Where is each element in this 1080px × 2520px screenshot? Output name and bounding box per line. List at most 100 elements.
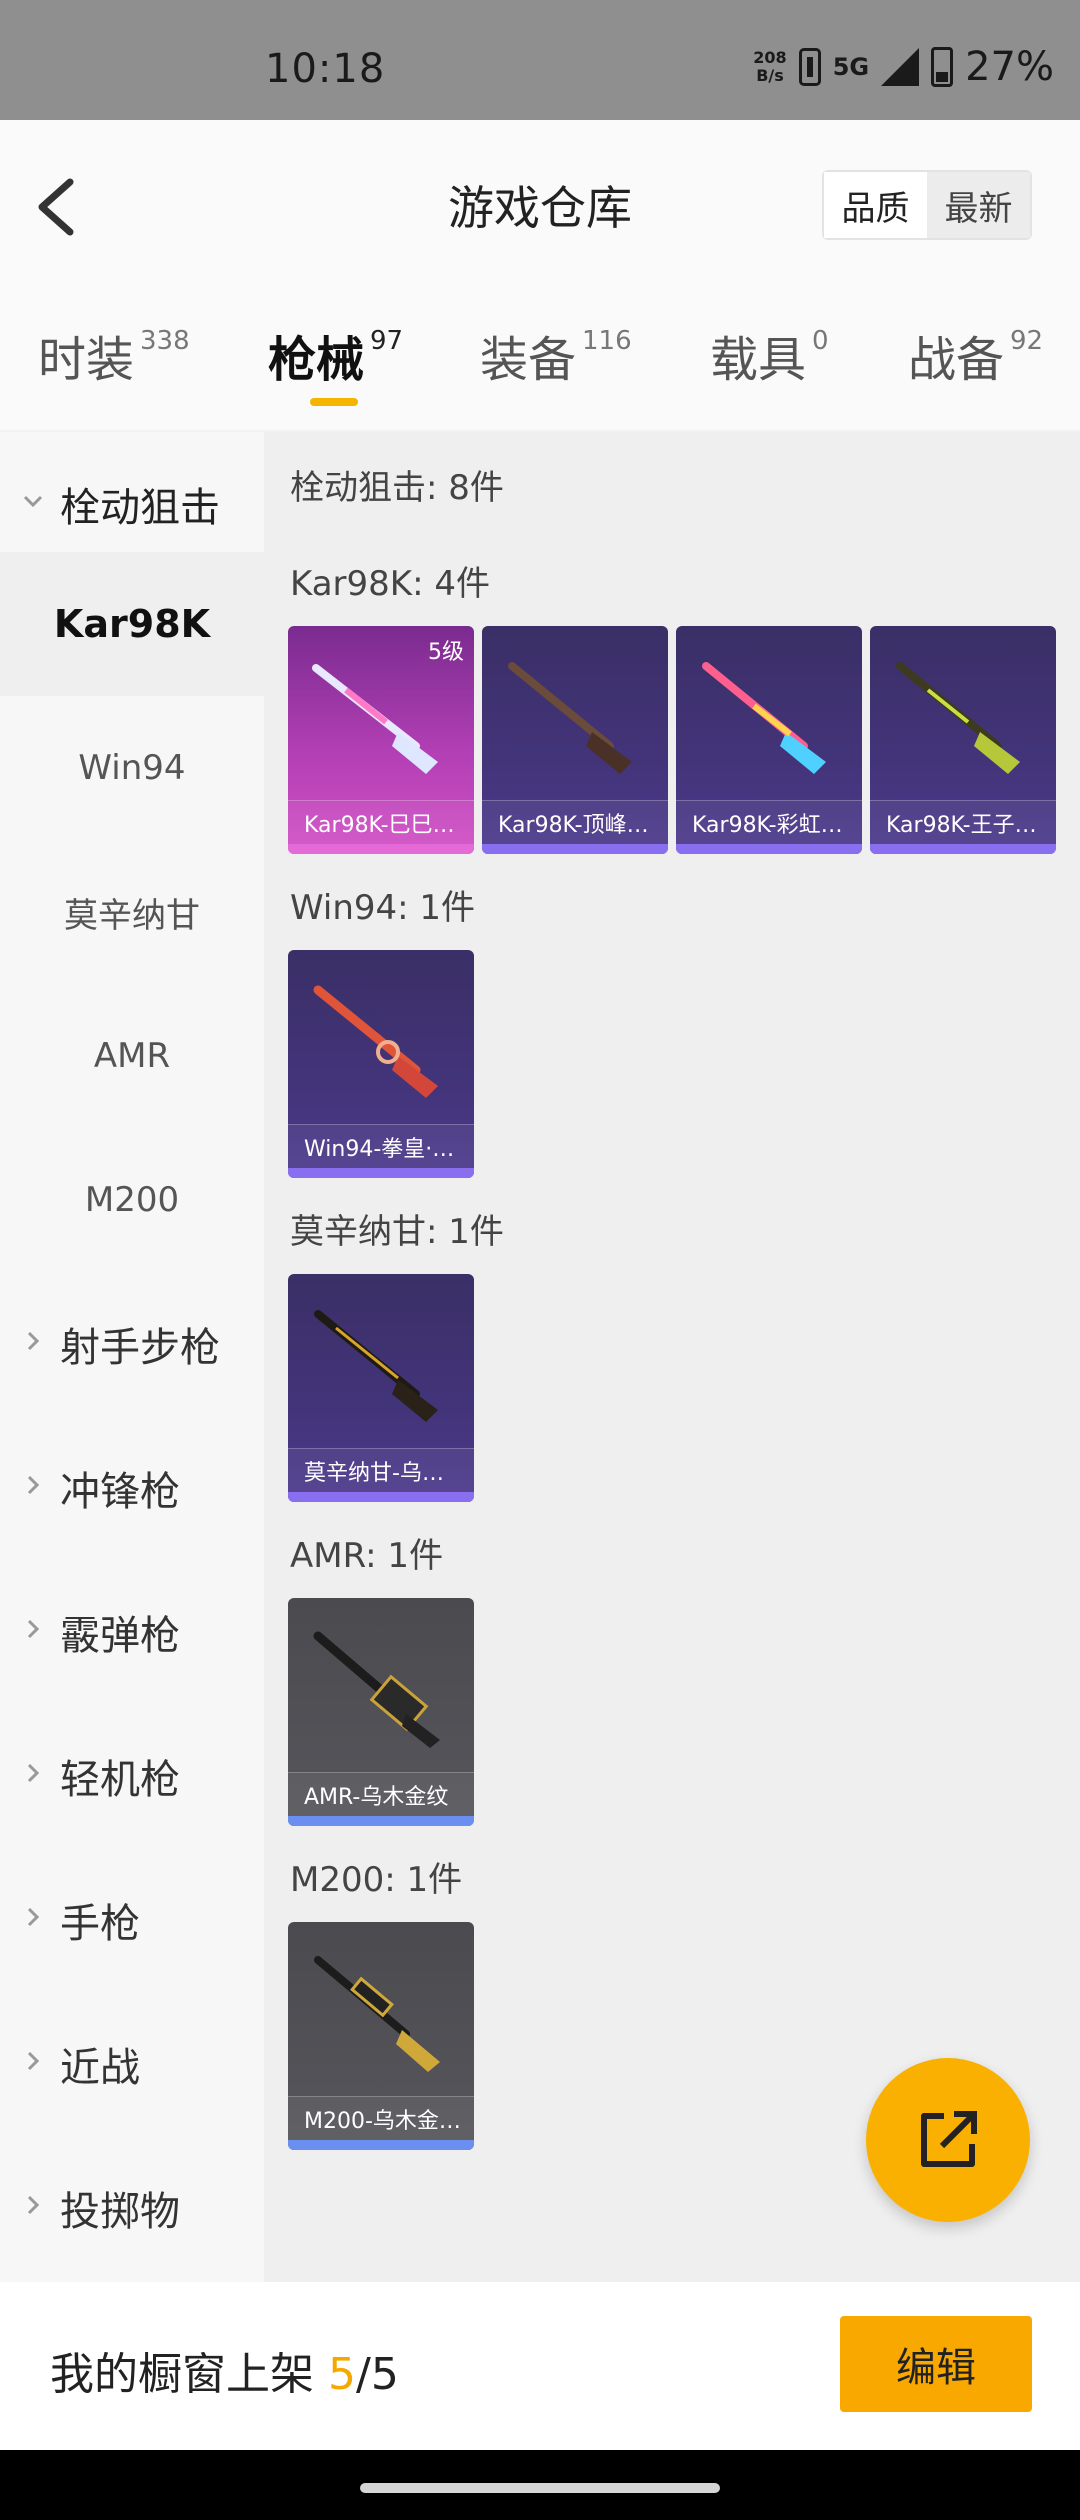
net-speed-value: 208 [753,48,787,67]
item-card[interactable]: Win94-拳皇·… [288,950,474,1178]
tab-label: 时装 [38,332,135,388]
chevron-right-icon [27,1907,40,1927]
item-card[interactable]: Kar98K-彩虹… [676,626,862,854]
net-speed-unit: B/s [756,66,784,85]
rarity-bar [482,844,668,854]
sidebar-item-smg[interactable]: 冲锋枪 [0,1416,264,1560]
sidebar-item-label: 近战 [60,2045,140,2091]
item-name: Kar98K-巳巳… [288,800,474,844]
chevron-left-icon [38,178,74,236]
sidebar-item-label: 栓动狙击 [60,485,220,531]
net-speed: 208 B/s [753,49,786,85]
rifle-icon [702,662,826,774]
share-external-icon [921,2111,977,2167]
section-header-m200: M200: 1件 [290,1860,463,1900]
showcase-current-count: 5 [328,2349,356,2400]
tab-vehicles[interactable]: 载具 0 [710,320,829,390]
item-name: Kar98K-王子… [870,800,1056,844]
sidebar-item-melee[interactable]: 近战 [0,1992,264,2136]
item-card[interactable]: 5级 Kar98K-巳巳… [288,626,474,854]
item-card[interactable]: M200-乌木金… [288,1922,474,2150]
rifle-icon [896,662,1020,774]
sidebar-item-amr[interactable]: AMR [0,984,264,1128]
rarity-bar [870,844,1056,854]
network-type: 5G [832,53,870,81]
sidebar-item-mosin[interactable]: 莫辛纳甘 [0,840,264,984]
status-icons: 208 B/s 5G 27% [753,44,1054,90]
tab-equipment[interactable]: 装备 116 [480,320,632,390]
sidebar-item-label: Kar98K [53,602,211,646]
item-card[interactable]: Kar98K-王子… [870,626,1056,854]
section-header-mosin: 莫辛纳甘: 1件 [290,1212,504,1252]
tab-guns[interactable]: 枪械 97 [268,320,403,390]
tab-count: 97 [370,326,404,356]
tab-count: 0 [812,326,829,356]
section-header-win94: Win94: 1件 [290,888,476,928]
tab-label: 装备 [480,332,577,388]
rarity-bar [676,844,862,854]
back-button[interactable] [30,172,90,242]
chevron-right-icon [27,1763,40,1783]
showcase-status: 我的橱窗上架 5/5 [50,2338,399,2402]
tab-count: 116 [582,326,632,356]
item-name: Kar98K-彩虹… [676,800,862,844]
item-name: Win94-拳皇·… [288,1124,474,1168]
chevron-right-icon [27,2195,40,2215]
group-summary: 栓动狙击: 8件 [290,468,504,508]
item-card[interactable]: Kar98K-顶峰… [482,626,668,854]
battery-percent: 27% [965,44,1054,90]
section-header-amr: AMR: 1件 [290,1536,444,1576]
rarity-bar [288,1492,474,1502]
sidebar-item-shotgun[interactable]: 霰弹枪 [0,1560,264,1704]
chevron-down-icon [23,495,43,508]
tab-label: 载具 [710,332,807,388]
sidebar-item-win94[interactable]: Win94 [0,696,264,840]
rifle-icon [313,985,438,1098]
chevron-right-icon [27,1331,40,1351]
sidebar-item-dmr[interactable]: 射手步枪 [0,1272,264,1416]
showcase-label: 我的橱窗上架 [50,2349,314,2400]
sidebar-item-label: 手枪 [60,1901,140,1947]
sidebar-item-label: 冲锋枪 [60,1469,180,1515]
tab-label: 战备 [908,332,1005,388]
sort-quality-button[interactable]: 品质 [824,172,927,238]
edit-button[interactable]: 编辑 [840,2316,1032,2412]
sidebar-item-label: M200 [84,1180,180,1220]
battery-icon [931,47,954,87]
home-indicator[interactable] [360,2483,720,2493]
sidebar-item-label: 投掷物 [60,2189,180,2235]
tab-fashion[interactable]: 时装 338 [38,320,190,390]
item-name: Kar98K-顶峰… [482,800,668,844]
sidebar-item-pistol[interactable]: 手枪 [0,1848,264,1992]
sidebar-item-label: Win94 [78,748,186,788]
item-card[interactable]: AMR-乌木金纹 [288,1598,474,1826]
rarity-bar [288,844,474,854]
sidebar-item-label: 莫辛纳甘 [64,895,200,936]
sidebar-item-m200[interactable]: M200 [0,1128,264,1272]
rarity-bar [288,1816,474,1826]
sort-newest-button[interactable]: 最新 [927,172,1030,238]
rifle-icon [314,1956,440,2072]
rifle-icon [314,1310,438,1422]
sim-icon [798,48,821,86]
share-fab-button[interactable] [866,2058,1030,2222]
signal-icon [881,48,920,86]
sidebar-item-label: 射手步枪 [60,1325,220,1371]
showcase-total: /5 [356,2349,399,2400]
rarity-bar [288,1168,474,1178]
chevron-right-icon [27,2051,40,2071]
tab-battle-prep[interactable]: 战备 92 [908,320,1043,390]
sidebar-item-throwable[interactable]: 投掷物 [0,2136,264,2280]
rarity-bar [288,2140,474,2150]
sidebar-item-lmg[interactable]: 轻机枪 [0,1704,264,1848]
item-card[interactable]: 莫辛纳甘-乌… [288,1274,474,1502]
item-name: AMR-乌木金纹 [288,1772,474,1816]
sidebar-item-label: 霰弹枪 [60,1613,180,1659]
rifle-icon [313,1631,440,1748]
rifle-icon [312,664,438,774]
tab-count: 338 [140,326,190,356]
sidebar-item-kar98k[interactable]: Kar98K [0,552,264,696]
tab-count: 92 [1010,326,1044,356]
chevron-right-icon [27,1475,40,1495]
item-name: 莫辛纳甘-乌… [288,1448,474,1492]
